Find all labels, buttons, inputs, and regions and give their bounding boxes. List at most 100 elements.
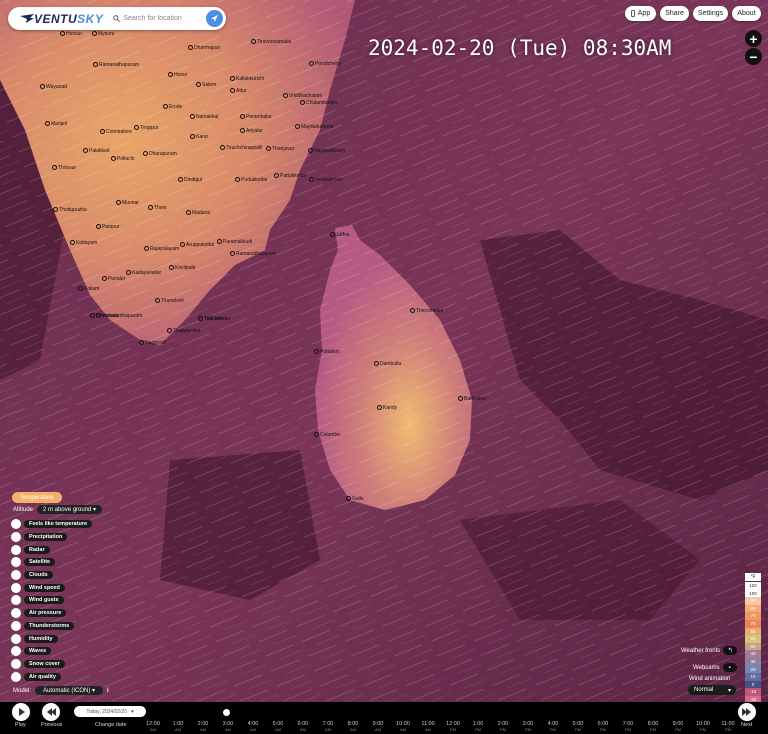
- settings-button[interactable]: Settings: [693, 6, 728, 21]
- city-label: Thanjavur: [266, 146, 294, 152]
- timeline-slider-handle[interactable]: [223, 709, 230, 716]
- timeline-hour[interactable]: 4:00 PM: [541, 721, 565, 733]
- next-icon: [742, 708, 751, 716]
- timeline-hour[interactable]: 10:00 AM: [391, 721, 415, 733]
- altitude-select[interactable]: 2 m above ground ▾: [37, 505, 103, 514]
- timeline-hour[interactable]: 8:00 PM: [641, 721, 665, 733]
- city-label: Pudukkottai: [235, 177, 267, 183]
- timeline-hour[interactable]: 5:00 AM: [266, 721, 290, 733]
- weather-fronts-label: Weather fronts: [681, 647, 721, 654]
- webcams-toggle[interactable]: Webcams ▪: [693, 663, 737, 672]
- city-label: Kovilpatti: [169, 265, 195, 271]
- timeline-hour[interactable]: 4:00 AM: [241, 721, 265, 733]
- timeline-hour[interactable]: 8:00 AM: [341, 721, 365, 733]
- layer-item[interactable]: Snow cover: [11, 658, 92, 671]
- model-select[interactable]: Automatic (ICON) ▾: [35, 686, 104, 695]
- altitude-value: 2 m above ground: [43, 507, 92, 513]
- timeline-hour[interactable]: 2:00 PM: [491, 721, 515, 733]
- pressure-icon: [11, 608, 21, 619]
- layer-item[interactable]: Wind gusts: [11, 594, 92, 607]
- weather-fronts-toggle[interactable]: Weather fronts ↰: [681, 646, 738, 655]
- city-label: Ramanathapuram: [93, 62, 139, 68]
- timeline-hour-suffix: PM: [650, 727, 656, 732]
- layer-item-label: Air quality: [24, 672, 61, 681]
- share-button-label: Share: [665, 10, 684, 17]
- next-button[interactable]: [738, 703, 756, 721]
- wind-animation-select[interactable]: Normal ▾: [688, 685, 736, 695]
- layer-item[interactable]: Clouds: [11, 569, 92, 582]
- timeline-hour[interactable]: 9:00 AM: [366, 721, 390, 733]
- search-bar[interactable]: VENTU SKY Search for location: [8, 7, 226, 30]
- city-label: Coimbatore: [100, 129, 132, 135]
- about-button[interactable]: About: [732, 6, 761, 21]
- timeline-hour-suffix: PM: [550, 727, 556, 732]
- zoom-out-button[interactable]: −: [745, 48, 762, 65]
- layer-item-label: Humidity: [24, 634, 58, 643]
- model-value: Automatic (ICON): [43, 688, 91, 694]
- city-label: Kollam: [78, 286, 99, 292]
- city-label: Salem: [196, 82, 216, 88]
- search-input[interactable]: Search for location: [113, 15, 206, 22]
- timeline-hour[interactable]: 6:00 AM: [291, 721, 315, 733]
- active-layer-button[interactable]: Temperature: [12, 492, 62, 503]
- timeline-hour[interactable]: 3:00 PM: [516, 721, 540, 733]
- timeline-hour[interactable]: 12:00 PM: [441, 721, 465, 733]
- layer-item[interactable]: Wind speed: [11, 581, 92, 594]
- city-label: Chidambaram: [300, 100, 337, 106]
- logo-wing-icon: [20, 14, 34, 23]
- timeline-hour-suffix: AM: [400, 727, 406, 732]
- timeline-hour[interactable]: 7:00 PM: [616, 721, 640, 733]
- city-label: Palakkad: [83, 148, 110, 154]
- app-button[interactable]: App: [625, 6, 656, 21]
- layer-item[interactable]: Satellite: [11, 556, 92, 569]
- timeline-hour[interactable]: 12:00 AM: [141, 721, 165, 733]
- legend-entry: 70: [745, 619, 761, 628]
- layer-item[interactable]: Radar: [11, 543, 92, 556]
- timeline-hour[interactable]: 3:00 AM: [216, 721, 240, 733]
- city-label: Dharmapuri: [188, 45, 220, 51]
- timeline-hour[interactable]: 6:00 PM: [591, 721, 615, 733]
- city-label: Kadayanallur: [126, 270, 161, 276]
- city-label: Ariyalur: [240, 128, 263, 134]
- model-info-icon[interactable]: i: [107, 688, 109, 694]
- layer-item[interactable]: Feels like temperature: [11, 518, 93, 531]
- timeline-hour[interactable]: 9:00 PM: [666, 721, 690, 733]
- timeline-hour[interactable]: 11:00 PM: [716, 721, 740, 733]
- layer-item[interactable]: Humidity: [11, 632, 92, 645]
- timeline-hour[interactable]: 7:00 AM: [316, 721, 340, 733]
- next-label: Next: [741, 722, 753, 728]
- weather-map[interactable]: [0, 0, 768, 734]
- timeline-hour[interactable]: 2:00 AM: [191, 721, 215, 733]
- timeline-hour[interactable]: 1:00 AM: [166, 721, 190, 733]
- layer-item[interactable]: Waves: [11, 645, 92, 658]
- city-label: Thodupuzha: [53, 207, 87, 213]
- timeline-hour[interactable]: 10:00 PM: [691, 721, 715, 733]
- timeline-hours: 12:00 AM 1:00 AM 2:00 AM 3:00 AM 4:00 AM 5:00 AM 6:0…: [140, 721, 735, 733]
- share-button[interactable]: Share: [660, 6, 689, 21]
- layer-item-label: Feels like temperature: [24, 520, 93, 529]
- layer-item-label: Radar: [24, 545, 50, 554]
- city-label: Thiruvananthapuram: [90, 313, 142, 319]
- day-picker[interactable]: Today, 2024/02/20 ▾: [74, 706, 146, 717]
- settings-button-label: Settings: [697, 10, 724, 17]
- legend-entry: 65: [745, 627, 761, 636]
- previous-button[interactable]: [42, 703, 60, 721]
- legend-entry: 120: [745, 582, 761, 590]
- play-button[interactable]: [12, 703, 30, 721]
- timeline-hour[interactable]: 11:00 AM: [416, 721, 440, 733]
- locate-button[interactable]: [206, 10, 223, 27]
- timeline-hour-suffix: AM: [375, 727, 381, 732]
- zoom-in-button[interactable]: +: [745, 30, 762, 47]
- city-label: Attur: [230, 88, 247, 94]
- layer-item[interactable]: Air pressure: [11, 607, 92, 620]
- layer-item[interactable]: Precipitation: [11, 531, 92, 544]
- timeline-hour-suffix: PM: [500, 727, 506, 732]
- timeline-hour[interactable]: 5:00 PM: [566, 721, 590, 733]
- legend-entry: 0: [745, 680, 761, 689]
- layer-item[interactable]: Air quality: [11, 670, 92, 683]
- layer-item[interactable]: Thunderstorms: [11, 620, 92, 633]
- timeline-hour-suffix: PM: [625, 727, 631, 732]
- timeline-hour[interactable]: 1:00 PM: [466, 721, 490, 733]
- legend-unit[interactable]: °F: [745, 573, 761, 581]
- camera-icon: ▪: [722, 663, 737, 672]
